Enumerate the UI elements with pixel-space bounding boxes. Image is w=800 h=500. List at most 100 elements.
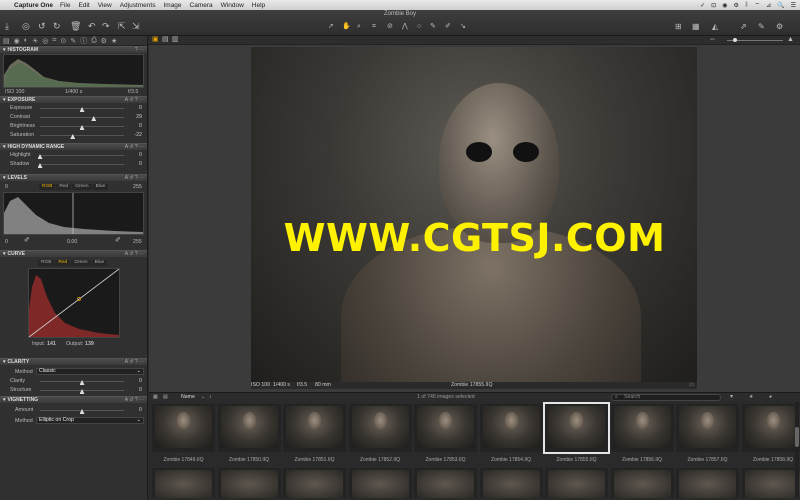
menu-window[interactable]: Window xyxy=(221,2,244,9)
curve-graph[interactable] xyxy=(28,268,120,338)
menu-file[interactable]: File xyxy=(60,2,70,9)
thumbnail[interactable] xyxy=(348,468,412,498)
batch-tab-icon[interactable]: ⚙ xyxy=(101,37,107,45)
bluetooth-icon[interactable]: ᛒ xyxy=(745,2,749,8)
thumbnail[interactable] xyxy=(610,468,674,498)
thumbnail[interactable] xyxy=(741,404,800,452)
menu-image[interactable]: Image xyxy=(163,2,181,9)
black-picker-icon[interactable]: ✐ xyxy=(24,236,30,246)
thumbnail[interactable] xyxy=(543,402,610,454)
grid-icon[interactable]: ⊞ xyxy=(675,22,682,32)
exposure-tab-icon[interactable]: ☀ xyxy=(32,37,38,45)
thumbnail[interactable] xyxy=(545,468,608,498)
thumbnail[interactable] xyxy=(152,468,215,498)
menu-edit[interactable]: Edit xyxy=(79,2,90,9)
brush-icon[interactable]: ✎ xyxy=(430,22,436,32)
thumbnail[interactable] xyxy=(741,468,800,498)
app-menu[interactable]: Capture One xyxy=(14,2,53,9)
crop-tab-icon[interactable]: ⌗ xyxy=(52,37,56,45)
thumbnail[interactable] xyxy=(610,404,674,452)
output-tab-icon[interactable]: ⎙ xyxy=(91,37,97,45)
browser-scrollbar[interactable] xyxy=(795,402,799,498)
crop-icon[interactable]: ⌗ xyxy=(372,22,376,32)
capture-icon[interactable]: ◎ xyxy=(22,21,30,31)
curve-header[interactable]: ▾ CURVE A ↺ ? ⋯ xyxy=(0,250,147,258)
library-tab-icon[interactable]: ▤ xyxy=(3,37,10,45)
edit-icon[interactable]: ✎ xyxy=(758,22,765,32)
status-record-icon[interactable]: ◉ xyxy=(722,2,727,9)
quick-tab-icon[interactable]: ★ xyxy=(111,37,117,45)
thumbnail[interactable] xyxy=(348,404,412,452)
focus-mask-icon[interactable]: ⇗ xyxy=(740,22,747,32)
levels-tab-green[interactable]: Green xyxy=(72,184,92,190)
browser-search[interactable]: ⌕ Search xyxy=(611,394,721,401)
curve-tab-green[interactable]: Green xyxy=(71,260,91,266)
levels-graph[interactable] xyxy=(3,192,144,235)
trash-icon[interactable]: 🗑 xyxy=(70,21,81,31)
cursor-icon[interactable]: ➚ xyxy=(328,22,334,32)
exposure-warning-indicator[interactable]: ▭ xyxy=(689,382,694,389)
wifi-icon[interactable]: ⌔ xyxy=(754,1,760,9)
menu-camera[interactable]: Camera xyxy=(190,2,213,9)
capture-tab-icon[interactable]: ◉ xyxy=(14,37,20,45)
thumbnail[interactable] xyxy=(217,404,281,452)
details-tab-icon[interactable]: ⊙ xyxy=(60,37,66,45)
spotlight-icon[interactable]: 🔍 xyxy=(777,2,784,9)
copy-adjust-icon[interactable]: ⇱ xyxy=(118,21,126,31)
thumbnail[interactable] xyxy=(479,404,543,452)
volume-icon[interactable]: ⊿ xyxy=(766,2,771,9)
panel-options-icon[interactable]: A ↺ ? ⋯ xyxy=(125,175,144,182)
spot-removal-icon[interactable]: ○ xyxy=(417,22,421,32)
histogram-header[interactable]: ▾ HISTOGRAM ? ⋯ xyxy=(0,46,147,54)
picker-icon[interactable]: ✐ xyxy=(445,22,451,32)
status-check-icon[interactable]: ✓ xyxy=(700,2,705,9)
metadata-tab-icon[interactable]: ⓘ xyxy=(80,36,87,46)
exposure-slider-track-1[interactable] xyxy=(40,117,124,118)
hdr-slider-track-0[interactable] xyxy=(40,155,124,156)
curve-tab-rgb[interactable]: RGB xyxy=(38,260,55,266)
thumbnail[interactable] xyxy=(414,404,477,452)
clarity-header[interactable]: ▾ CLARITY A ↺ ? ⋯ xyxy=(0,358,147,366)
zoom-slider-knob[interactable] xyxy=(733,38,737,42)
redo-icon[interactable]: ↷ xyxy=(102,21,110,31)
panel-options-icon[interactable]: A ↺ ? ⋯ xyxy=(125,144,144,151)
thumbnail[interactable] xyxy=(217,468,281,498)
curve-tab-red[interactable]: Red xyxy=(55,260,71,266)
zoom-in-icon[interactable]: ▲ xyxy=(787,35,794,45)
levels-header[interactable]: ▾ LEVELS A ↺ ? ⋯ xyxy=(0,174,147,182)
straighten-icon[interactable]: ⊘ xyxy=(387,22,393,32)
proof-icon[interactable]: ▦ xyxy=(692,22,700,32)
panel-options-icon[interactable]: A ↺ ? ⋯ xyxy=(125,97,144,104)
notification-icon[interactable]: ☰ xyxy=(791,2,796,9)
panel-options-icon[interactable]: A ↺ ? ⋯ xyxy=(125,397,144,404)
exposure-header[interactable]: ▾ EXPOSURE A ↺ ? ⋯ xyxy=(0,96,147,104)
panel-options-icon[interactable]: A ↺ ? ⋯ xyxy=(125,251,144,258)
color-tab-icon[interactable]: ◐ xyxy=(24,37,28,44)
exposure-slider-track-3[interactable] xyxy=(40,135,124,136)
panel-options-icon[interactable]: ? ⋯ xyxy=(135,47,144,54)
panel-options-icon[interactable]: A ↺ ? ⋯ xyxy=(125,359,144,366)
single-view-icon[interactable]: ▣ xyxy=(152,35,159,45)
menu-adjustments[interactable]: Adjustments xyxy=(120,2,156,9)
white-picker-icon[interactable]: ✐ xyxy=(115,236,121,246)
status-gear-icon[interactable]: ⚙ xyxy=(733,2,738,9)
curve-tab-blue[interactable]: Blue xyxy=(91,260,108,266)
hdr-slider-track-1[interactable] xyxy=(40,164,124,165)
thumbnail[interactable] xyxy=(283,468,346,498)
zoom-fit-icon[interactable]: ⇔ xyxy=(709,35,716,45)
levels-tab-rgb[interactable]: RGB xyxy=(39,184,56,190)
thumbnail[interactable] xyxy=(414,468,477,498)
exposure-warning-icon[interactable]: ◭ xyxy=(712,22,718,32)
thumbnail[interactable] xyxy=(283,404,346,452)
main-photo[interactable] xyxy=(251,47,697,382)
rotate-right-icon[interactable]: ↻ xyxy=(53,21,61,31)
import-icon[interactable]: ⤓ xyxy=(5,21,9,31)
vignetting-header[interactable]: ▾ VIGNETTING A ↺ ? ⋯ xyxy=(0,396,147,404)
rotate-left-icon[interactable]: ↺ xyxy=(38,21,46,31)
pan-icon[interactable]: ✋ xyxy=(342,22,351,32)
compare-view-icon[interactable]: ▥ xyxy=(172,35,179,45)
menu-view[interactable]: View xyxy=(98,2,112,9)
hdr-header[interactable]: ▾ HIGH DYNAMIC RANGE A ↺ ? ⋯ xyxy=(0,143,147,151)
vignetting-method-select[interactable]: Elliptic on Crop ⌄ xyxy=(36,417,144,424)
thumbnail[interactable] xyxy=(479,468,543,498)
